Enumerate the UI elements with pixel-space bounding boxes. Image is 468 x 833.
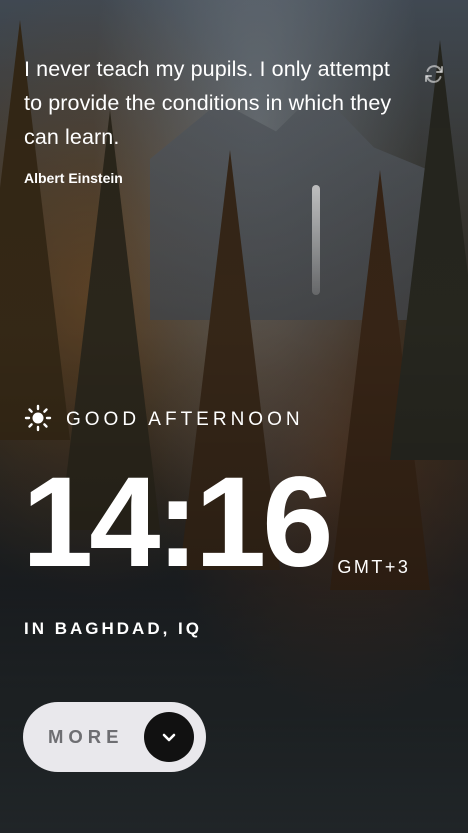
quote-author: Albert Einstein [24,170,123,186]
chevron-down-icon [144,712,194,762]
location-text: IN BAGHDAD, IQ [24,619,202,638]
more-button[interactable]: MORE [23,702,206,772]
greeting-text: GOOD AFTERNOON [66,409,304,430]
more-button-label: MORE [48,726,124,747]
quote-block: I never teach my pupils. I only attempt … [24,52,414,186]
refresh-icon[interactable] [420,60,448,88]
sun-icon [24,404,52,436]
quote-text: I never teach my pupils. I only attempt … [24,57,392,149]
greeting: GOOD AFTERNOON [24,404,304,436]
clock-time: 14:16 [22,451,333,594]
clock-timezone: GMT+3 [337,557,411,577]
clock: 14:16 GMT+3 [22,451,411,594]
